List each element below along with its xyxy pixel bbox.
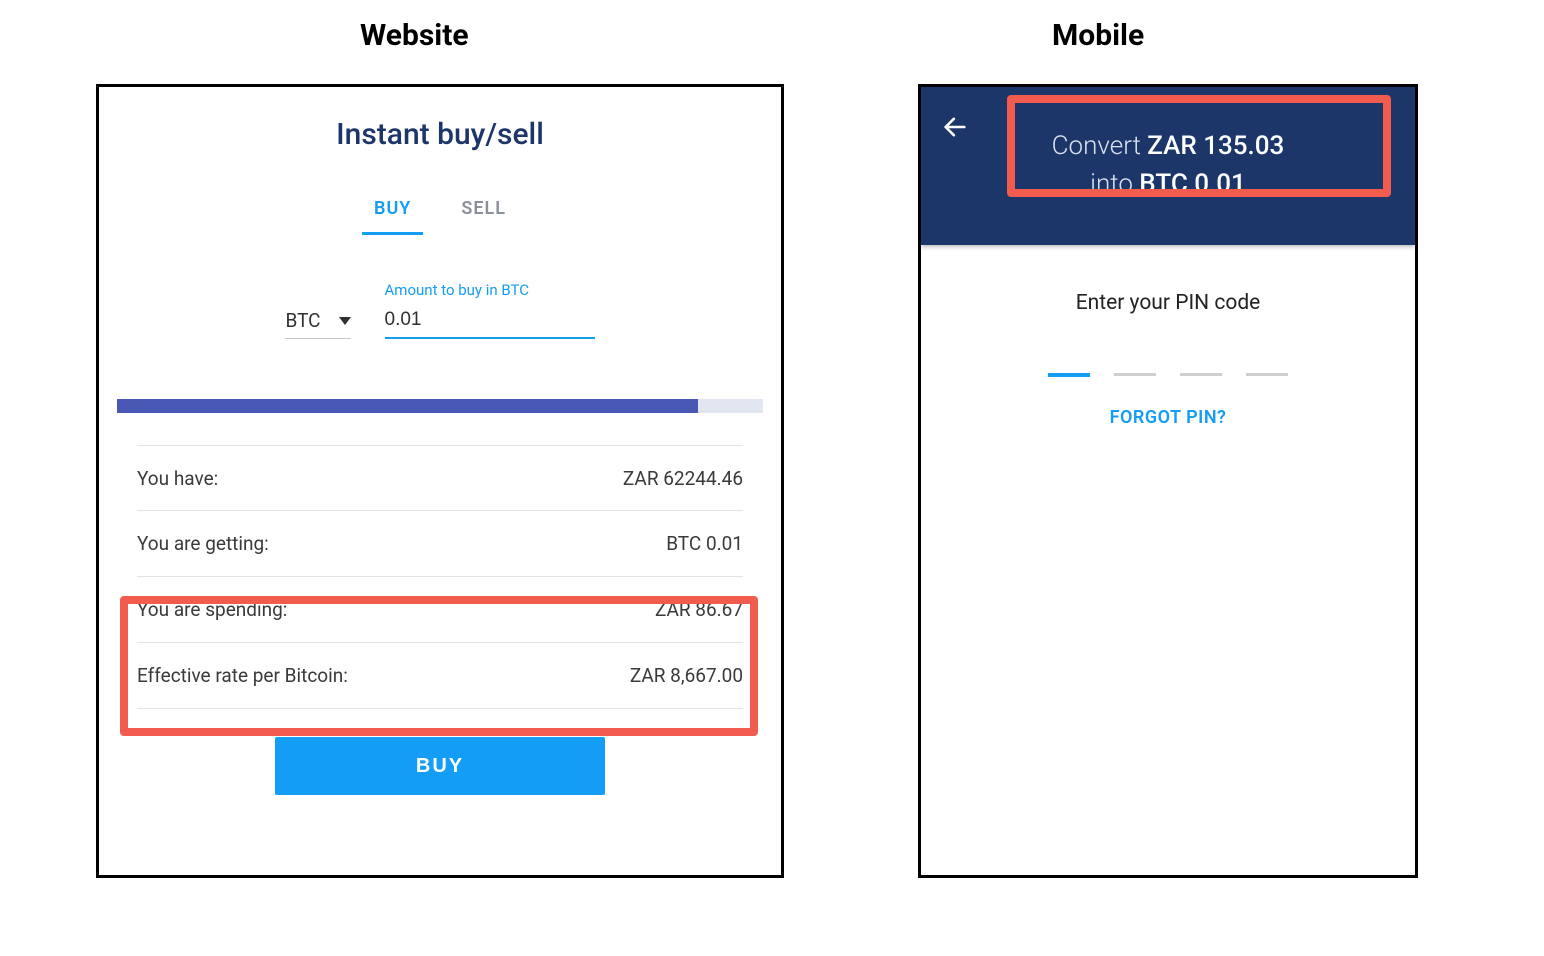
buy-sell-tabs: BUY SELL [99, 198, 781, 233]
tab-sell[interactable]: SELL [461, 198, 506, 233]
forgot-pin-link[interactable]: FORGOT PIN? [1110, 407, 1227, 428]
you-have-value: ZAR 62244.46 [623, 467, 743, 490]
row-you-have: You have: ZAR 62244.46 [137, 445, 743, 511]
getting-value: BTC 0.01 [666, 532, 743, 555]
convert-summary: Convert ZAR 135.03 into BTC 0.01 [1052, 128, 1285, 203]
currency-select-value: BTC [285, 309, 320, 332]
you-have-label: You have: [137, 467, 218, 490]
rate-value: ZAR 8,667.00 [630, 664, 743, 687]
mobile-header: Convert ZAR 135.03 into BTC 0.01 [921, 87, 1415, 245]
pin-input[interactable] [921, 359, 1415, 363]
getting-label: You are getting: [137, 532, 269, 555]
convert-mid: into [1090, 169, 1139, 199]
convert-amount-to: BTC 0.01 [1139, 169, 1246, 199]
currency-select[interactable]: BTC [285, 309, 350, 339]
section-label-mobile: Mobile [1052, 18, 1144, 53]
buy-button[interactable]: BUY [275, 737, 605, 795]
progress-fill [117, 399, 698, 413]
progress-bar [117, 399, 763, 413]
spending-value: ZAR 86.67 [655, 598, 743, 621]
amount-input[interactable] [385, 307, 595, 339]
page-title: Instant buy/sell [99, 117, 781, 152]
section-label-website: Website [360, 18, 469, 53]
convert-prefix: Convert [1052, 131, 1148, 161]
amount-label: Amount to buy in BTC [385, 281, 595, 299]
website-panel: Instant buy/sell BUY SELL BTC Amount to … [96, 84, 784, 878]
convert-amount-from: ZAR 135.03 [1147, 131, 1284, 161]
pin-prompt: Enter your PIN code [921, 291, 1415, 315]
rate-label: Effective rate per Bitcoin: [137, 664, 348, 687]
mobile-panel: Convert ZAR 135.03 into BTC 0.01 Enter y… [918, 84, 1418, 878]
pin-slot-1 [1048, 373, 1090, 377]
pin-slot-3 [1180, 373, 1222, 376]
row-spending: You are spending: ZAR 86.67 [137, 577, 743, 643]
pin-slot-2 [1114, 373, 1156, 376]
pin-slot-4 [1246, 373, 1288, 376]
back-arrow-icon[interactable] [941, 113, 969, 141]
row-rate: Effective rate per Bitcoin: ZAR 8,667.00 [137, 643, 743, 709]
spending-label: You are spending: [137, 598, 287, 621]
chevron-down-icon [339, 317, 351, 325]
tab-buy[interactable]: BUY [374, 198, 411, 233]
row-getting: You are getting: BTC 0.01 [137, 511, 743, 577]
